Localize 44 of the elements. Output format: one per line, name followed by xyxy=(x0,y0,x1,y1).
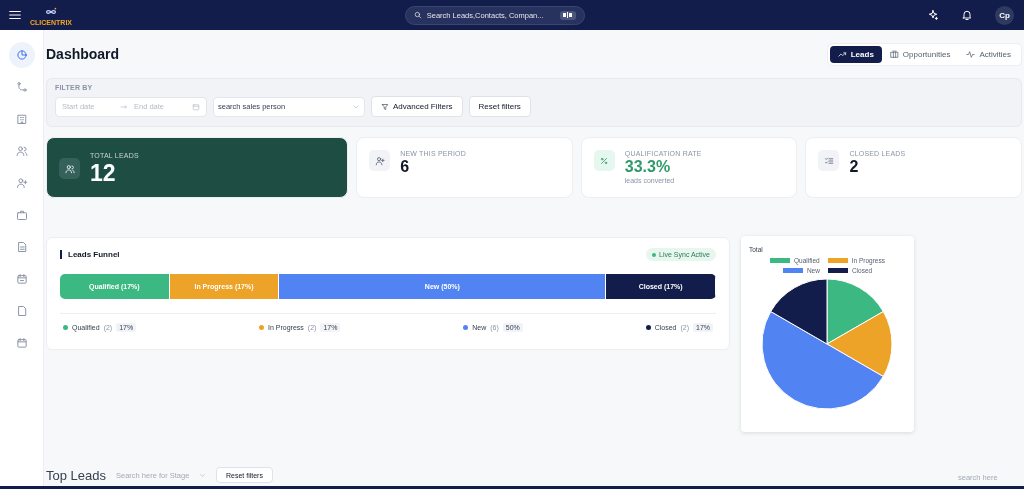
tab[interactable]: Activities xyxy=(958,45,1019,63)
stat-value: 12 xyxy=(90,160,117,187)
trend-icon xyxy=(837,49,847,59)
briefcase-icon xyxy=(15,209,28,221)
legend-swatch xyxy=(770,258,791,263)
page-title: Dashboard xyxy=(46,46,120,62)
user-plus-icon xyxy=(15,177,28,189)
legend-swatch xyxy=(782,268,803,273)
section-title: Top Leads xyxy=(46,467,106,483)
reset-filters-button[interactable]: Reset filters xyxy=(468,96,531,117)
chart-icon xyxy=(15,49,28,61)
calendar-icon xyxy=(15,273,28,285)
chevron-down-icon xyxy=(199,471,206,479)
tab[interactable]: Leads xyxy=(829,45,882,63)
menu-icon xyxy=(8,8,22,22)
shortcut-icon xyxy=(559,10,576,20)
checklist-icon xyxy=(818,150,840,171)
activity-icon xyxy=(966,49,976,59)
sparkle-icon xyxy=(927,9,939,21)
file-icon xyxy=(15,305,28,317)
branch-icon xyxy=(15,81,28,93)
users-icon xyxy=(59,158,80,179)
card-title: Leads Funnel xyxy=(60,250,120,259)
stat-value: 33.3% xyxy=(624,158,672,176)
calendar-icon xyxy=(192,102,200,111)
arrow-icon xyxy=(120,102,128,111)
columns-icon xyxy=(889,49,899,59)
legend-swatch xyxy=(827,268,848,273)
users-icon xyxy=(15,145,28,157)
advanced-filters-button[interactable]: Advanced Filters xyxy=(371,96,463,117)
percent-icon xyxy=(593,150,615,171)
building-icon xyxy=(15,113,28,125)
bell-icon xyxy=(961,9,973,21)
tab[interactable]: Opportunities xyxy=(881,45,959,63)
user-plus-icon xyxy=(369,150,391,171)
search-icon xyxy=(414,11,422,19)
stat-value: 2 xyxy=(849,158,860,176)
user-avatar[interactable]: Cp xyxy=(995,5,1014,25)
legend-swatch xyxy=(827,258,848,263)
calendar-icon xyxy=(15,337,28,349)
stat-value: 6 xyxy=(400,158,411,176)
document-icon xyxy=(15,241,28,253)
filter-icon xyxy=(381,102,389,111)
sidebar-item[interactable] xyxy=(8,42,35,68)
